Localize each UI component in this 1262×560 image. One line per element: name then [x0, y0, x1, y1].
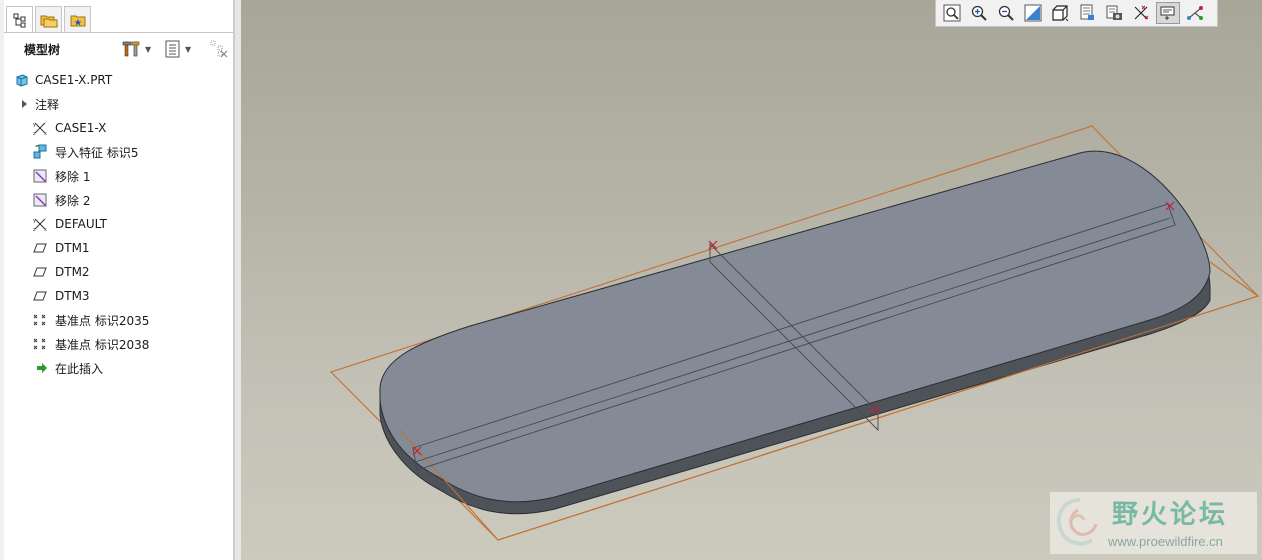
svg-text:y: y — [33, 218, 36, 224]
remove-surface-icon — [32, 192, 48, 208]
show-button[interactable]: ▼ — [164, 39, 191, 59]
model-tree-icon — [13, 13, 25, 28]
zoom-out-button[interactable] — [994, 2, 1018, 24]
tree-item-label: DEFAULT — [55, 217, 107, 231]
tree-item-label: 在此插入 — [55, 361, 104, 376]
tree-item-remove-1[interactable]: 移除 1 — [4, 164, 233, 188]
forum-logo — [1057, 498, 1098, 546]
tree-item-label: CASE1-X — [55, 121, 107, 135]
zoom-out-icon — [998, 5, 1014, 21]
tab-divider — [4, 32, 233, 33]
folder-browser-tab[interactable] — [35, 6, 62, 32]
tree-item-dtm1[interactable]: DTM1 — [4, 236, 233, 260]
coordinate-system-icon: y x z — [32, 120, 48, 136]
saved-views-button[interactable] — [1075, 2, 1099, 24]
tree-item-label: 基准点 标识2038 — [55, 337, 150, 352]
datum-point-icon — [32, 312, 48, 328]
datum-display-button[interactable] — [1129, 2, 1153, 24]
part-model[interactable] — [241, 0, 1262, 560]
navigator-tabs — [6, 6, 93, 33]
tree-item-label: 移除 2 — [55, 193, 91, 208]
tree-item-label: 注释 — [35, 97, 60, 112]
expand-arrow-icon[interactable] — [16, 96, 32, 112]
chevron-down-icon: ▼ — [145, 44, 152, 54]
tree-item-import-feature[interactable]: 导入特征 标识5 — [4, 140, 233, 164]
tree-item-coordinate-system[interactable]: y x z CASE1-X — [4, 116, 233, 140]
display-style-button[interactable] — [1048, 2, 1072, 24]
datum-plane-icon — [32, 264, 48, 280]
repaint-icon — [1024, 4, 1042, 22]
datum-point-icon — [32, 336, 48, 352]
tools-icon — [122, 41, 140, 57]
display-style-icon — [1052, 5, 1069, 22]
navigator-panel: 模型树 ▼ ▼ CASE1-X.PRT 注释 y x z CASE1-X 导入特… — [0, 0, 242, 560]
tree-item-label: DTM3 — [55, 289, 90, 303]
folder-icon — [40, 15, 57, 27]
watermark-url: www.proewildfire.cn — [1108, 534, 1223, 549]
model-tree-title: 模型树 — [24, 43, 61, 57]
datum-plane-icon — [32, 288, 48, 304]
graphics-viewport[interactable]: 野火论坛 www.proewildfire.cn — [241, 0, 1262, 560]
svg-text:z: z — [33, 227, 36, 232]
saved-views-icon — [1080, 4, 1094, 20]
tree-item-dtm2[interactable]: DTM2 — [4, 260, 233, 284]
insert-here-arrow-icon — [34, 360, 50, 376]
watermark-title: 野火论坛 — [1112, 500, 1229, 530]
chevron-down-icon: ▼ — [185, 44, 192, 54]
model-tree-tab[interactable] — [6, 6, 33, 33]
list-view-icon — [165, 40, 180, 58]
annotation-display-icon — [1160, 6, 1175, 20]
zoom-in-button[interactable] — [967, 2, 991, 24]
favorites-tab[interactable] — [64, 6, 91, 32]
tree-item-annotations[interactable]: 注释 — [4, 92, 233, 116]
favorites-icon — [70, 15, 85, 26]
settings-button[interactable]: ▼ — [122, 39, 151, 59]
zoom-in-icon — [971, 5, 987, 21]
svg-text:x: x — [44, 131, 47, 136]
refit-icon — [943, 4, 961, 22]
import-feature-icon — [32, 144, 48, 160]
tree-item-part[interactable]: CASE1-X.PRT — [4, 68, 233, 92]
model-tree-header: 模型树 ▼ ▼ — [4, 36, 233, 62]
svg-text:z: z — [33, 131, 36, 136]
view-toolbar — [935, 0, 1218, 27]
tree-item-label: 基准点 标识2035 — [55, 313, 150, 328]
annotation-display-button[interactable] — [1156, 2, 1180, 24]
spin-center-icon — [1187, 6, 1203, 20]
tree-filter-icon — [210, 40, 228, 58]
tree-item-dtm3[interactable]: DTM3 — [4, 284, 233, 308]
tree-item-label: DTM2 — [55, 265, 90, 279]
refit-button[interactable] — [940, 2, 964, 24]
forum-watermark: 野火论坛 www.proewildfire.cn — [1050, 492, 1257, 554]
view-manager-button[interactable] — [1102, 2, 1126, 24]
tree-item-label: 移除 1 — [55, 169, 91, 184]
repaint-button[interactable] — [1021, 2, 1045, 24]
model-tree: CASE1-X.PRT 注释 y x z CASE1-X 导入特征 标识5 移除 1… — [4, 68, 233, 380]
tree-item-label: DTM1 — [55, 241, 90, 255]
tree-item-label: 导入特征 标识5 — [55, 145, 139, 160]
filter-button[interactable] — [209, 39, 229, 59]
part-top-surface[interactable] — [379, 150, 1211, 503]
datum-plane-icon — [32, 240, 48, 256]
tree-item-datum-point-2038[interactable]: 基准点 标识2038 — [4, 332, 233, 356]
tree-item-remove-2[interactable]: 移除 2 — [4, 188, 233, 212]
remove-surface-icon — [32, 168, 48, 184]
svg-text:x: x — [44, 227, 47, 232]
coordinate-system-icon: y x z — [32, 216, 48, 232]
tree-item-datum-point-2035[interactable]: 基准点 标识2035 — [4, 308, 233, 332]
datum-display-icon — [1134, 5, 1149, 20]
svg-text:y: y — [33, 122, 36, 128]
spin-center-button[interactable] — [1183, 2, 1207, 24]
tree-item-default-csys[interactable]: y x z DEFAULT — [4, 212, 233, 236]
tree-item-label: CASE1-X.PRT — [35, 73, 113, 87]
part-icon — [14, 72, 30, 88]
view-manager-icon — [1106, 5, 1122, 20]
tree-item-insert-here[interactable]: 在此插入 — [4, 356, 233, 380]
